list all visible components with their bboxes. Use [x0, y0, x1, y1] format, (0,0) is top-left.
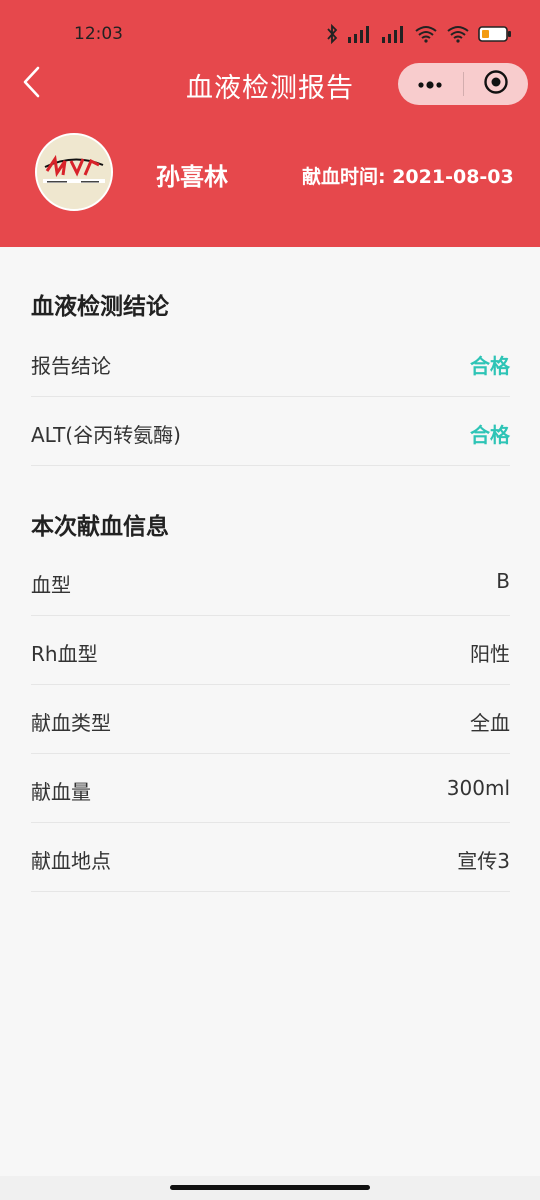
nav-bar: 血液检测报告: [0, 62, 540, 108]
row-value: 阳性: [470, 642, 510, 666]
main-content: 血液检测结论 报告结论 合格 ALT(谷丙转氨酶) 合格 本次献血信息 血型 B…: [0, 247, 540, 1167]
row-value: 300ml: [446, 776, 510, 800]
row-value: 全血: [470, 711, 510, 735]
list-item: 献血类型 全血: [31, 685, 510, 754]
status-time: 12:03: [74, 24, 123, 44]
row-label: 血型: [31, 573, 71, 597]
signal-hd-icon: [346, 24, 372, 44]
status-icons: [326, 22, 512, 46]
profile-section: 孙喜林 献血时间: 2021-08-03: [0, 130, 540, 211]
close-button[interactable]: [464, 63, 529, 105]
header: 12:03 血液检测报告 孙喜林 献血时间: 2021-08-03: [0, 0, 540, 247]
list-item: ALT(谷丙转氨酶) 合格: [31, 397, 510, 466]
donation-time: 献血时间: 2021-08-03: [302, 166, 514, 188]
list-item: 献血量 300ml: [31, 754, 510, 823]
list-item: 血型 B: [31, 547, 510, 616]
bluetooth-icon: [326, 24, 338, 44]
row-label: 献血地点: [31, 849, 111, 873]
wifi-icon: [446, 25, 470, 43]
wifi-icon: [414, 25, 438, 43]
signal-hd-icon: [380, 24, 406, 44]
row-label: 献血类型: [31, 711, 111, 735]
row-value: 合格: [470, 354, 510, 378]
list-item: Rh血型 阳性: [31, 616, 510, 685]
target-icon: [483, 69, 509, 99]
list-item: 报告结论 合格: [31, 328, 510, 397]
more-button[interactable]: [398, 63, 463, 105]
battery-icon: [478, 25, 512, 43]
list-item: 献血地点 宣传3: [31, 823, 510, 892]
row-value: 合格: [470, 423, 510, 447]
status-bar: 12:03: [0, 0, 540, 62]
section-title-conclusion: 血液检测结论: [31, 294, 169, 320]
row-label: Rh血型: [31, 642, 98, 666]
mini-program-capsule: [398, 63, 528, 105]
profile-name: 孙喜林: [156, 163, 228, 191]
row-label: ALT(谷丙转氨酶): [31, 423, 181, 447]
avatar: [35, 133, 113, 211]
avatar-logo-icon: [37, 135, 111, 209]
home-indicator[interactable]: [170, 1185, 370, 1190]
row-label: 献血量: [31, 780, 91, 804]
row-label: 报告结论: [31, 354, 111, 378]
more-dots-icon: [416, 75, 444, 94]
section-title-donation: 本次献血信息: [31, 514, 169, 540]
row-value: 宣传3: [457, 849, 510, 873]
row-value: B: [496, 569, 510, 593]
